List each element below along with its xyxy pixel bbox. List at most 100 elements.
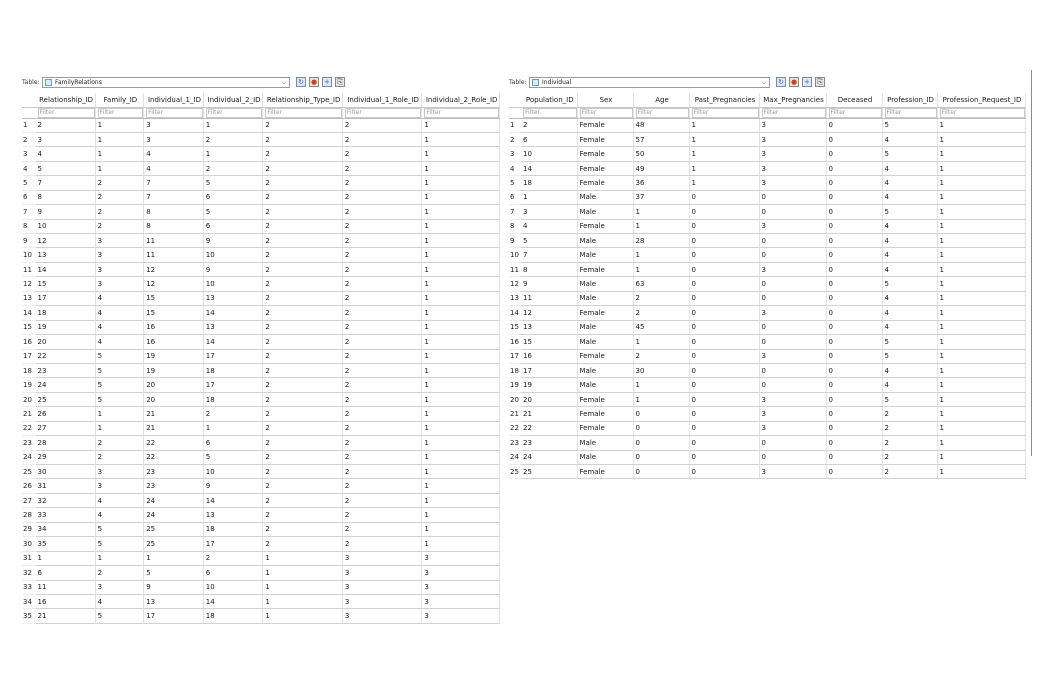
print-icon[interactable]: ⎘ bbox=[335, 77, 345, 87]
filter-input-individual-1-role-id[interactable] bbox=[344, 107, 421, 117]
cell-individual-2-id[interactable]: 10 bbox=[203, 580, 264, 595]
cell-sex[interactable]: Male bbox=[577, 334, 634, 350]
cell-individual-2-id[interactable]: 17 bbox=[203, 349, 264, 364]
cell-profession-id[interactable]: 5 bbox=[882, 204, 938, 220]
table-row[interactable]: 68276221 bbox=[22, 190, 500, 206]
cell-population-id[interactable]: 17 bbox=[521, 363, 578, 379]
cell-family-id[interactable]: 5 bbox=[95, 377, 145, 393]
cell-individual-2-id[interactable]: 1 bbox=[203, 421, 264, 437]
cell-individual-1-role-id[interactable]: 2 bbox=[342, 406, 423, 422]
cell-sex[interactable]: Male bbox=[577, 320, 634, 336]
cell-deceased[interactable]: 0 bbox=[826, 305, 883, 321]
cell-age[interactable]: 1 bbox=[633, 262, 690, 278]
cell-individual-2-id[interactable]: 10 bbox=[203, 464, 264, 480]
cell-family-id[interactable]: 3 bbox=[95, 464, 145, 480]
cell-profession-id[interactable]: 4 bbox=[882, 161, 938, 177]
cell-individual-2-id[interactable]: 10 bbox=[203, 276, 264, 292]
cell-relationship-id[interactable]: 24 bbox=[35, 377, 96, 393]
cell-family-id[interactable]: 1 bbox=[95, 406, 145, 422]
cell-profession-request-id[interactable]: 1 bbox=[937, 291, 1026, 307]
cell-individual-2-role-id[interactable]: 1 bbox=[421, 377, 500, 393]
filter-input-sex[interactable] bbox=[579, 107, 632, 117]
cell-profession-id[interactable]: 5 bbox=[882, 146, 938, 162]
cell-individual-1-id[interactable]: 20 bbox=[143, 377, 204, 393]
cell-sex[interactable]: Female bbox=[577, 118, 634, 133]
cell-individual-2-role-id[interactable]: 1 bbox=[421, 262, 500, 278]
cell-family-id[interactable]: 4 bbox=[95, 305, 145, 321]
cell-relationship-type-id[interactable]: 2 bbox=[262, 118, 343, 133]
cell-relationship-type-id[interactable]: 2 bbox=[262, 190, 343, 206]
cell-past-pregnancies[interactable]: 0 bbox=[689, 305, 760, 321]
cell-individual-2-id[interactable]: 10 bbox=[203, 247, 264, 263]
cell-past-pregnancies[interactable]: 0 bbox=[689, 450, 760, 466]
cell-max-pregnancies[interactable]: 3 bbox=[759, 146, 827, 162]
table-row[interactable]: 8 10 2 8 6 2 2 1 bbox=[22, 219, 500, 235]
table-row[interactable]: 27 32 4 24 14 2 2 1 bbox=[22, 493, 500, 509]
cell-profession-request-id[interactable]: 1 bbox=[937, 435, 1026, 451]
cell-age[interactable]: 45 bbox=[633, 320, 690, 336]
cell-individual-1-role-id[interactable]: 2 bbox=[342, 291, 423, 307]
cell-profession-request-id[interactable]: 1 bbox=[937, 421, 1026, 437]
cell-individual-2-id[interactable]: 5 bbox=[203, 204, 264, 220]
cell-individual-1-id[interactable]: 15 bbox=[143, 305, 204, 321]
cell-individual-1-id[interactable]: 19 bbox=[143, 349, 204, 364]
table-row[interactable]: 9 5 Male 28 0 0 0 4 1 bbox=[509, 233, 1026, 249]
cell-population-id[interactable]: 10 bbox=[521, 146, 578, 162]
cell-individual-2-id[interactable]: 17 bbox=[203, 377, 264, 393]
cell-individual-2-id[interactable]: 1 bbox=[203, 118, 264, 133]
table-row[interactable]: 79285221 bbox=[22, 204, 500, 220]
cell-individual-2-id[interactable]: 13 bbox=[203, 291, 264, 307]
cell-individual-2-role-id[interactable]: 1 bbox=[421, 190, 500, 206]
cell-population-id[interactable]: 16 bbox=[521, 349, 578, 364]
cell-individual-2-role-id[interactable]: 1 bbox=[421, 435, 500, 451]
cell-individual-2-role-id[interactable]: 1 bbox=[421, 536, 500, 552]
cell-individual-1-role-id[interactable]: 2 bbox=[342, 493, 423, 509]
cell-individual-2-role-id[interactable]: 3 bbox=[421, 594, 500, 610]
cell-relationship-id[interactable]: 4 bbox=[35, 146, 96, 162]
cell-individual-2-id[interactable]: 5 bbox=[203, 175, 264, 191]
cell-relationship-id[interactable]: 27 bbox=[35, 421, 96, 437]
chevron-down-icon[interactable]: ⌵ bbox=[281, 79, 286, 87]
cell-individual-2-role-id[interactable]: 1 bbox=[421, 493, 500, 509]
cell-relationship-type-id[interactable]: 2 bbox=[262, 204, 343, 220]
cell-deceased[interactable]: 0 bbox=[826, 377, 883, 393]
filter-input-deceased[interactable] bbox=[828, 107, 881, 117]
cell-individual-2-role-id[interactable]: 1 bbox=[421, 406, 500, 422]
cell-individual-2-role-id[interactable]: 1 bbox=[421, 334, 500, 350]
cell-past-pregnancies[interactable]: 0 bbox=[689, 276, 760, 292]
cell-individual-1-id[interactable]: 16 bbox=[143, 320, 204, 336]
table-row[interactable]: 20 25 5 20 18 2 2 1 bbox=[22, 392, 500, 408]
column-header-past-pregnancies[interactable]: Past_Pregnancies bbox=[689, 93, 760, 108]
cell-age[interactable]: 1 bbox=[633, 219, 690, 235]
cell-relationship-id[interactable]: 19 bbox=[35, 320, 96, 336]
cell-age[interactable]: 2 bbox=[633, 305, 690, 321]
cell-relationship-id[interactable]: 30 bbox=[35, 464, 96, 480]
cell-profession-id[interactable]: 4 bbox=[882, 305, 938, 321]
cell-relationship-id[interactable]: 3 bbox=[35, 132, 96, 148]
cell-individual-1-id[interactable]: 9 bbox=[143, 580, 204, 595]
cell-profession-request-id[interactable]: 1 bbox=[937, 190, 1026, 206]
cell-relationship-type-id[interactable]: 2 bbox=[262, 536, 343, 552]
cell-family-id[interactable]: 5 bbox=[95, 536, 145, 552]
cell-individual-2-id[interactable]: 2 bbox=[203, 551, 264, 567]
cell-individual-1-id[interactable]: 24 bbox=[143, 493, 204, 509]
table-row[interactable]: 12 9 Male 63 0 0 0 5 1 bbox=[509, 276, 1026, 292]
cell-individual-1-id[interactable]: 8 bbox=[143, 219, 204, 235]
cell-profession-request-id[interactable]: 1 bbox=[937, 175, 1026, 191]
cell-individual-1-id[interactable]: 19 bbox=[143, 363, 204, 379]
filter-input-individual-2-role-id[interactable] bbox=[424, 107, 499, 117]
column-header-individual-2-id[interactable]: Individual_2_ID bbox=[203, 93, 264, 108]
cell-family-id[interactable]: 4 bbox=[95, 493, 145, 509]
cell-max-pregnancies[interactable]: 0 bbox=[759, 377, 827, 393]
filter-input-profession-id[interactable] bbox=[884, 107, 936, 117]
cell-past-pregnancies[interactable]: 0 bbox=[689, 464, 760, 480]
cell-individual-2-role-id[interactable]: 1 bbox=[421, 478, 500, 494]
cell-individual-2-role-id[interactable]: 1 bbox=[421, 247, 500, 263]
filter-input-family-id[interactable] bbox=[97, 107, 143, 117]
cell-population-id[interactable]: 6 bbox=[521, 132, 578, 148]
cell-past-pregnancies[interactable]: 0 bbox=[689, 421, 760, 437]
table-row[interactable]: 22 22 Female 0 0 3 0 2 1 bbox=[509, 421, 1026, 437]
cell-individual-2-id[interactable]: 17 bbox=[203, 536, 264, 552]
clear-filters-icon[interactable]: ● bbox=[309, 77, 319, 87]
cell-individual-2-id[interactable]: 18 bbox=[203, 363, 264, 379]
